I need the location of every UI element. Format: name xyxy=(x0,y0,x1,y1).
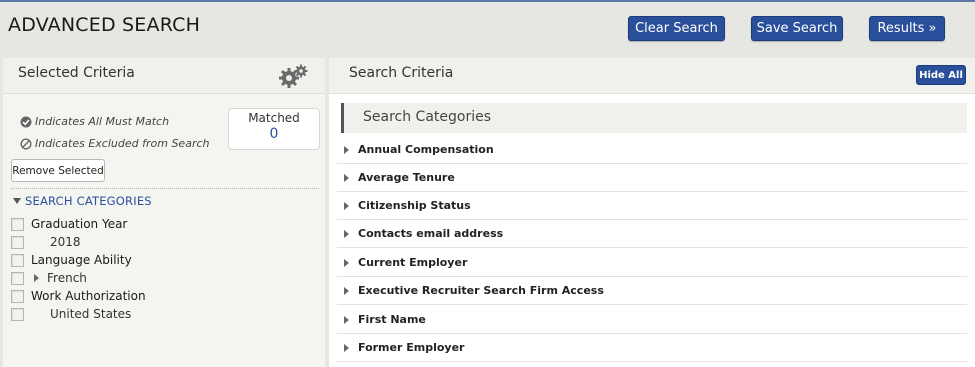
legend-all-must-match: Indicates All Must Match xyxy=(20,115,169,128)
matched-label: Matched xyxy=(248,111,300,125)
save-search-button[interactable]: Save Search xyxy=(751,16,843,41)
criteria-checkbox[interactable] xyxy=(11,253,24,267)
category-label: Citizenship Status xyxy=(358,199,471,212)
expand-arrow-icon xyxy=(344,229,349,238)
selected-criteria-title: Selected Criteria xyxy=(18,65,135,81)
prohibited-icon xyxy=(20,137,32,150)
criteria-value: French xyxy=(47,271,87,285)
category-label: First Name xyxy=(358,313,426,326)
category-item-executive-recruiter[interactable]: Executive Recruiter Search Firm Access xyxy=(337,277,967,305)
matched-value: 0 xyxy=(269,126,279,142)
clear-search-button[interactable]: Clear Search xyxy=(628,16,725,41)
expand-arrow-icon xyxy=(344,258,349,267)
criteria-label: Language Ability xyxy=(31,253,132,267)
category-label: Former Employer xyxy=(358,341,465,354)
criteria-value: 2018 xyxy=(50,235,81,249)
legend-excluded-text: Indicates Excluded from Search xyxy=(35,137,210,150)
selected-criteria-header: Selected Criteria xyxy=(3,58,325,94)
criteria-checkbox[interactable] xyxy=(11,307,24,321)
criteria-checkbox[interactable] xyxy=(11,271,24,285)
expand-arrow-icon[interactable] xyxy=(34,274,39,282)
search-criteria-panel: Search Criteria Hide All Search Categori… xyxy=(329,58,975,367)
criteria-checkbox[interactable] xyxy=(11,235,24,249)
search-criteria-title: Search Criteria xyxy=(349,65,454,81)
legend-all-must-match-text: Indicates All Must Match xyxy=(35,115,170,128)
selected-criteria-panel: Selected Criteria Indicates All Must Mat… xyxy=(3,58,325,367)
category-label: Average Tenure xyxy=(358,171,455,184)
criteria-checkbox[interactable] xyxy=(11,289,24,303)
category-item-former-employer[interactable]: Former Employer xyxy=(337,334,967,362)
criteria-label: Graduation Year xyxy=(31,217,128,231)
search-categories-toggle[interactable]: SEARCH CATEGORIES xyxy=(13,194,152,208)
criteria-row-graduation-year: Graduation Year xyxy=(11,215,127,233)
search-categories-bar: Search Categories xyxy=(341,103,967,133)
search-categories-heading: SEARCH CATEGORIES xyxy=(25,194,152,208)
criteria-row-french: French xyxy=(11,269,87,287)
legend-excluded: Indicates Excluded from Search xyxy=(20,137,210,150)
search-criteria-header: Search Criteria Hide All xyxy=(329,58,975,94)
category-item-first-name[interactable]: First Name xyxy=(337,306,967,334)
category-item-average-tenure[interactable]: Average Tenure xyxy=(337,164,967,192)
criteria-checkbox[interactable] xyxy=(11,217,24,231)
criteria-value: United States xyxy=(50,307,132,321)
results-button[interactable]: Results » xyxy=(869,16,945,41)
expand-arrow-icon xyxy=(344,201,349,210)
top-accent-line xyxy=(0,0,975,2)
search-categories-title: Search Categories xyxy=(363,109,492,125)
expand-arrow-icon xyxy=(344,145,349,154)
category-label: Contacts email address xyxy=(358,227,504,240)
expand-arrow-icon xyxy=(344,343,349,352)
check-circle-icon xyxy=(20,116,32,127)
criteria-row-2018: 2018 xyxy=(11,233,81,251)
category-item-contacts-email[interactable]: Contacts email address xyxy=(337,220,967,248)
divider xyxy=(11,188,319,189)
matched-count-box: Matched 0 xyxy=(228,108,320,150)
category-label: Executive Recruiter Search Firm Access xyxy=(358,284,604,297)
category-item-current-employer[interactable]: Current Employer xyxy=(337,249,967,277)
category-label: Current Employer xyxy=(358,256,468,269)
criteria-label: Work Authorization xyxy=(31,289,146,303)
criteria-row-work-authorization: Work Authorization xyxy=(11,287,146,305)
expand-arrow-icon xyxy=(344,286,349,295)
criteria-row-language-ability: Language Ability xyxy=(11,251,132,269)
expand-arrow-icon xyxy=(344,315,349,324)
criteria-row-united-states: United States xyxy=(11,305,131,323)
category-item-annual-compensation[interactable]: Annual Compensation xyxy=(337,136,967,164)
remove-selected-button[interactable]: Remove Selected xyxy=(11,159,105,182)
page-title: ADVANCED SEARCH xyxy=(8,14,201,36)
chevron-down-icon xyxy=(13,198,21,204)
hide-all-button[interactable]: Hide All xyxy=(916,65,966,85)
category-item-citizenship-status[interactable]: Citizenship Status xyxy=(337,192,967,220)
expand-arrow-icon xyxy=(344,173,349,182)
settings-gear-icon[interactable] xyxy=(278,63,310,89)
category-label: Annual Compensation xyxy=(358,143,494,156)
